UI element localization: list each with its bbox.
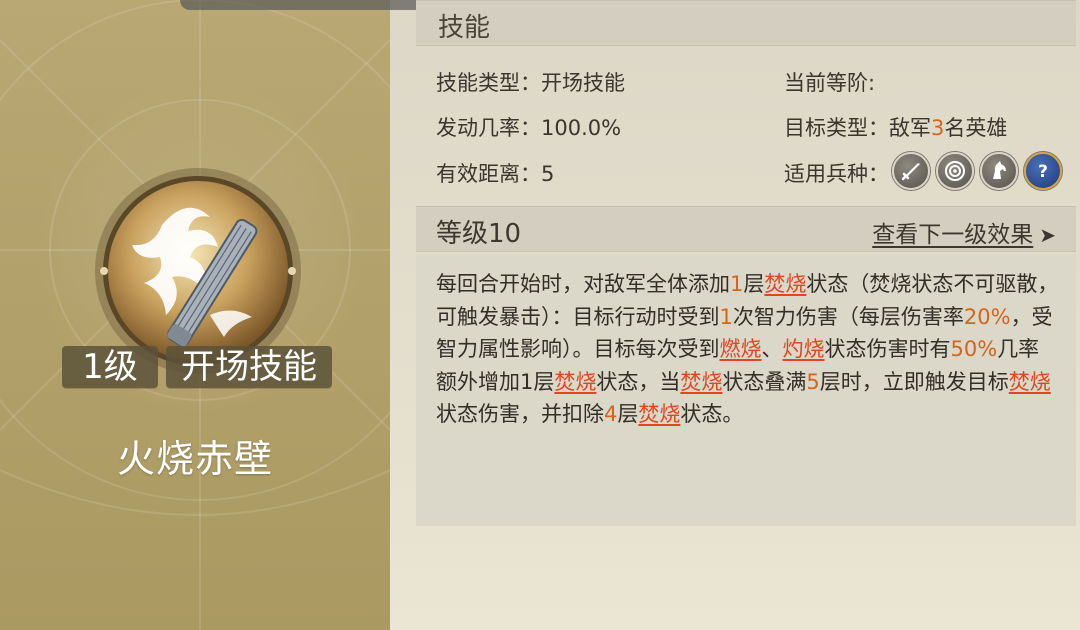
skill-card: 1级 开场技能 火烧赤壁 (0, 0, 390, 630)
target-label: 目标类型： (784, 116, 889, 140)
skill-level-tag: 1级 (62, 346, 158, 388)
target-prefix: 敌军 (889, 116, 931, 140)
target-suffix: 名英雄 (944, 116, 1008, 140)
target-count: 3 (931, 116, 945, 140)
target-row: 目标类型：敌军3名英雄 (784, 112, 1007, 142)
skill-section-title: 技能 (438, 13, 491, 43)
horse-cavalry-icon[interactable] (980, 152, 1018, 190)
sword-infantry-icon[interactable] (892, 152, 930, 190)
bow-archer-icon[interactable] (936, 152, 974, 190)
keyword-link[interactable]: 焚烧 (764, 272, 806, 296)
skill-type-label: 技能类型： (436, 71, 541, 95)
skill-name: 火烧赤壁 (116, 437, 273, 481)
keyword-link[interactable]: 灼烧 (783, 337, 825, 361)
skill-section-header: 技能 (416, 0, 1076, 46)
keyword-link[interactable]: 焚烧 (680, 370, 722, 394)
arrow-right-icon: ➤ (1039, 223, 1056, 247)
svg-text:?: ? (1038, 162, 1048, 182)
next-level-link[interactable]: 查看下一级效果 ➤ (872, 215, 1056, 249)
rate-label: 发动几率： (436, 116, 541, 140)
level-title: 等级10 (436, 219, 522, 249)
rate-row: 发动几率：100.0% (436, 112, 621, 142)
troop-row: 适用兵种： (784, 158, 889, 188)
level-section-header: 等级10 查看下一级效果 ➤ (416, 206, 1076, 252)
skill-type-value: 开场技能 (541, 71, 625, 95)
range-label: 有效距离： (436, 162, 541, 186)
rank-label: 当前等阶: (784, 71, 876, 95)
question-unknown-icon[interactable]: ? (1024, 152, 1062, 190)
skill-type-row: 技能类型：开场技能 (436, 67, 625, 97)
keyword-link[interactable]: 燃烧 (720, 337, 762, 361)
range-value: 5 (541, 162, 555, 186)
troop-icons: ? (892, 152, 1062, 190)
skill-type-tag: 开场技能 (166, 346, 332, 388)
keyword-link[interactable]: 焚烧 (638, 402, 680, 426)
next-level-label: 查看下一级效果 (872, 222, 1034, 248)
rate-value: 100.0% (541, 116, 622, 140)
range-row: 有效距离：5 (436, 158, 554, 188)
troop-label: 适用兵种： (784, 162, 889, 186)
keyword-link[interactable]: 焚烧 (1009, 370, 1051, 394)
skill-description: 每回合开始时，对敌军全体添加1层焚烧状态（焚烧状态不可驱散，可触发暴击）：目标行… (436, 272, 1059, 426)
keyword-link[interactable]: 焚烧 (554, 370, 596, 394)
rank-row: 当前等阶: (784, 67, 875, 97)
